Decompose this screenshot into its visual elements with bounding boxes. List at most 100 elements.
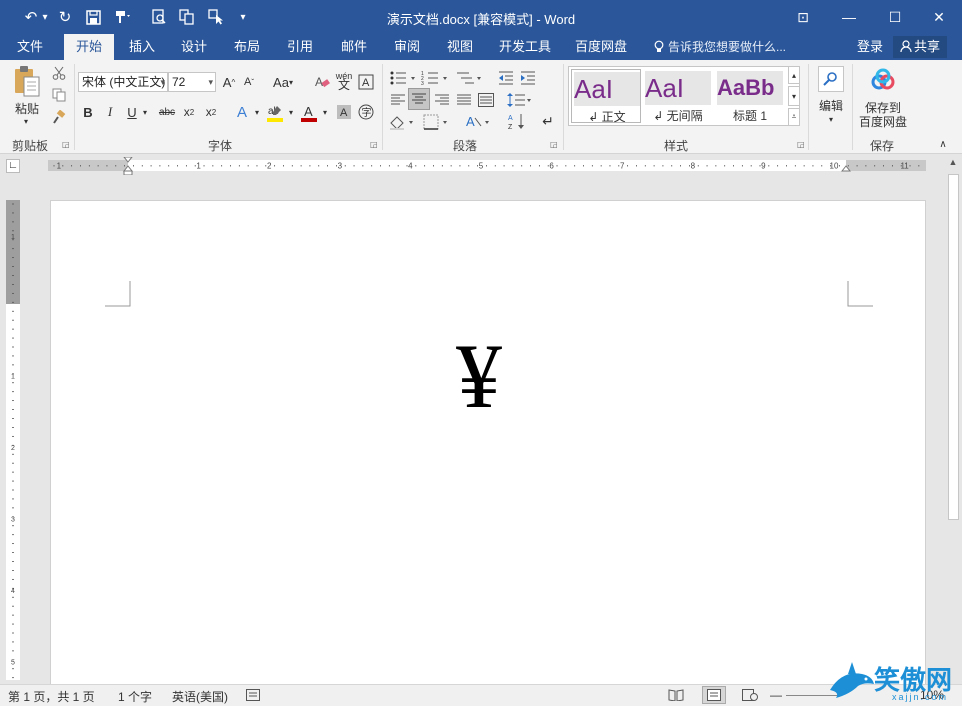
- tab-mailings[interactable]: 邮件: [332, 34, 376, 60]
- character-border-icon[interactable]: A: [356, 72, 376, 92]
- distributed-icon[interactable]: [476, 90, 496, 110]
- tab-baidu-netdisk[interactable]: 百度网盘: [568, 34, 634, 60]
- save-to-baidu-line2[interactable]: 百度网盘: [856, 114, 910, 129]
- underline-button[interactable]: U: [124, 102, 140, 122]
- sort-icon[interactable]: AZ: [506, 110, 528, 132]
- web-layout-icon[interactable]: [742, 689, 758, 704]
- phonetic-guide-icon[interactable]: wén 文: [334, 70, 354, 92]
- grow-font-icon[interactable]: A ^: [220, 72, 238, 92]
- maximize-button[interactable]: ☐: [872, 0, 918, 34]
- highlight-icon[interactable]: ab: [264, 102, 286, 124]
- document-yen-symbol[interactable]: ¥: [456, 326, 502, 426]
- style-heading-1[interactable]: AaBb 标题 1: [715, 69, 785, 123]
- paste-icon[interactable]: [10, 64, 44, 100]
- editing-dropdown-icon[interactable]: ▾: [824, 114, 838, 124]
- find-icon[interactable]: [818, 66, 844, 92]
- align-right-icon[interactable]: [432, 90, 452, 110]
- ribbon-display-options-icon[interactable]: ⊡: [780, 0, 826, 34]
- font-color-icon[interactable]: A: [298, 102, 320, 124]
- scrollbar-thumb[interactable]: [948, 174, 959, 520]
- shrink-font-icon[interactable]: Aˇ: [240, 72, 258, 92]
- styles-more-icon[interactable]: ⩡: [788, 108, 800, 126]
- tab-references[interactable]: 引用: [278, 34, 322, 60]
- pointer-mode-icon[interactable]: [206, 6, 228, 28]
- horizontal-ruler[interactable]: 1 1 2 3 4 5 6 7 8 9 10 11: [48, 157, 926, 175]
- copy-format-icon[interactable]: [176, 6, 198, 28]
- tab-design[interactable]: 设计: [172, 34, 216, 60]
- bold-button[interactable]: B: [80, 102, 96, 122]
- font-color-dropdown-icon[interactable]: ▾: [320, 102, 330, 122]
- format-painter-qa-icon[interactable]: [112, 6, 134, 28]
- baidu-netdisk-icon[interactable]: [868, 66, 898, 96]
- vertical-scrollbar[interactable]: ▲: [944, 154, 962, 684]
- document-page[interactable]: [50, 200, 926, 684]
- clear-formatting-icon[interactable]: A: [312, 72, 332, 92]
- paste-button[interactable]: 粘贴: [8, 100, 46, 116]
- customize-qa-icon[interactable]: ▾: [236, 6, 250, 28]
- font-launcher-icon[interactable]: ◲: [370, 140, 378, 149]
- shading-icon[interactable]: [388, 112, 418, 132]
- tab-insert[interactable]: 插入: [120, 34, 164, 60]
- bullets-icon[interactable]: [388, 68, 418, 88]
- scroll-up-icon[interactable]: ▲: [944, 154, 962, 170]
- tell-me-search[interactable]: 告诉我您想要做什么...: [654, 34, 786, 60]
- clipboard-launcher-icon[interactable]: ◲: [62, 140, 70, 149]
- undo-icon[interactable]: ↶: [20, 6, 42, 28]
- borders-icon[interactable]: [422, 112, 452, 132]
- zoom-out-icon[interactable]: —: [770, 688, 782, 702]
- print-layout-button[interactable]: [702, 686, 726, 704]
- macro-record-icon[interactable]: [246, 689, 260, 704]
- show-formatting-marks-icon[interactable]: ↵: [538, 110, 558, 132]
- styles-scroll-up-icon[interactable]: ▴: [788, 66, 800, 84]
- paste-dropdown-icon[interactable]: ▾: [18, 116, 34, 126]
- editing-button[interactable]: 编辑: [814, 96, 848, 114]
- tab-developer[interactable]: 开发工具: [492, 34, 558, 60]
- tab-home[interactable]: 开始: [64, 34, 114, 60]
- decrease-indent-icon[interactable]: [496, 68, 516, 88]
- page-count[interactable]: 第 1 页，共 1 页: [8, 688, 95, 705]
- tab-file[interactable]: 文件: [6, 34, 54, 60]
- justify-icon[interactable]: [454, 90, 474, 110]
- save-icon[interactable]: [82, 6, 104, 28]
- minimize-button[interactable]: —: [826, 0, 872, 34]
- cut-icon[interactable]: [50, 64, 68, 82]
- share-button[interactable]: 共享: [893, 36, 947, 58]
- highlight-dropdown-icon[interactable]: ▾: [286, 102, 296, 122]
- enclose-characters-icon[interactable]: 字: [356, 102, 376, 122]
- format-painter-icon[interactable]: [50, 108, 68, 126]
- close-button[interactable]: ✕: [916, 0, 962, 34]
- word-count[interactable]: 1 个字: [118, 688, 152, 705]
- style-normal[interactable]: AaI ↲ 正文: [571, 69, 641, 124]
- print-preview-icon[interactable]: [148, 6, 170, 28]
- copy-icon[interactable]: [50, 86, 68, 104]
- character-shading-icon[interactable]: A: [334, 102, 354, 122]
- style-no-spacing[interactable]: AaI ↲ 无间隔: [643, 69, 713, 123]
- vertical-ruler[interactable]: 112345: [6, 200, 20, 680]
- styles-scroll-down-icon[interactable]: ▾: [788, 86, 800, 106]
- chinese-layout-icon[interactable]: A: [464, 112, 494, 132]
- tab-review[interactable]: 审阅: [385, 34, 429, 60]
- multilevel-list-icon[interactable]: [454, 68, 484, 88]
- align-center-button[interactable]: [408, 88, 430, 110]
- text-effects-dropdown-icon[interactable]: ▾: [252, 102, 262, 122]
- text-effects-icon[interactable]: A: [232, 102, 252, 122]
- italic-button[interactable]: I: [102, 102, 118, 122]
- change-case-icon[interactable]: Aa ▾: [268, 72, 298, 92]
- undo-dropdown-icon[interactable]: ▾: [40, 6, 50, 28]
- strikethrough-button[interactable]: abc: [156, 102, 178, 122]
- collapse-ribbon-icon[interactable]: ∧: [936, 138, 950, 150]
- language-indicator[interactable]: 英语(美国): [172, 688, 228, 705]
- subscript-button[interactable]: x2: [180, 102, 198, 122]
- login-link[interactable]: 登录: [857, 34, 883, 60]
- line-spacing-icon[interactable]: [506, 90, 534, 110]
- tab-view[interactable]: 视图: [438, 34, 482, 60]
- underline-dropdown-icon[interactable]: ▾: [140, 102, 150, 122]
- numbering-icon[interactable]: 123: [420, 68, 450, 88]
- increase-indent-icon[interactable]: [518, 68, 538, 88]
- styles-launcher-icon[interactable]: ◲: [797, 140, 805, 149]
- redo-icon[interactable]: ↻: [54, 6, 76, 28]
- superscript-button[interactable]: x2: [202, 102, 220, 122]
- align-left-icon[interactable]: [388, 90, 408, 110]
- font-size-combo[interactable]: 72 ▾: [168, 72, 216, 92]
- read-mode-icon[interactable]: [668, 689, 684, 704]
